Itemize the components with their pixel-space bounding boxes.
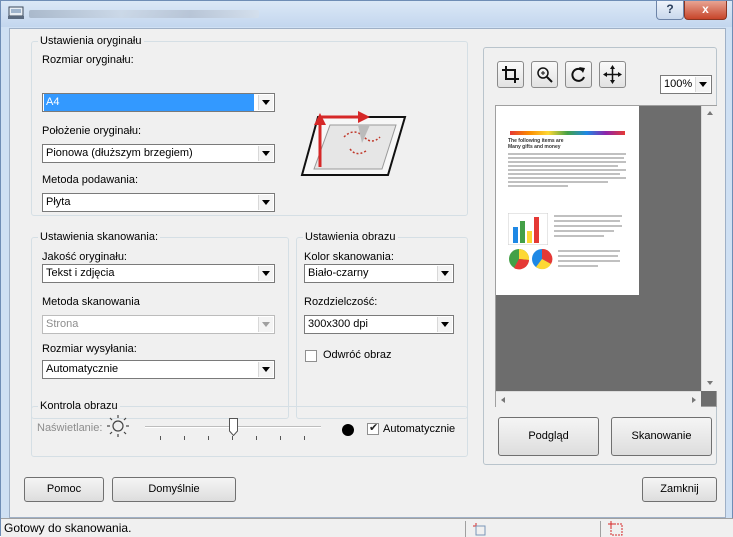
feed-method-value: Płyta — [46, 196, 71, 208]
status-bar: Gotowy do skanowania. — [1, 518, 733, 537]
window-title — [29, 10, 259, 18]
send-size-label: Rozmiar wysyłania: — [42, 343, 137, 355]
doc-bar-chart — [508, 213, 548, 245]
send-size-value: Automatycznie — [46, 363, 119, 375]
scan-button[interactable]: Skanowanie — [611, 417, 712, 456]
original-size-select[interactable]: A4 — [42, 93, 275, 112]
defaults-button[interactable]: Domyślnie — [112, 477, 236, 502]
doc-color-bar — [510, 131, 625, 135]
scroll-left-icon[interactable] — [497, 392, 509, 408]
chevron-down-icon — [258, 317, 273, 332]
original-orientation-select[interactable]: Pionowa (dłuższym brzegiem) — [42, 144, 275, 163]
chevron-down-icon — [695, 77, 710, 92]
crop-icon — [502, 66, 519, 83]
original-orientation-label: Położenie oryginału: — [42, 125, 142, 137]
preview-horizontal-scrollbar[interactable] — [496, 391, 701, 407]
auto-exposure-checkbox[interactable] — [367, 421, 379, 435]
feed-method-select[interactable]: Płyta — [42, 193, 275, 212]
chevron-down-icon — [258, 195, 273, 210]
rotate-icon — [571, 67, 585, 82]
scan-method-value: Strona — [46, 318, 79, 330]
feed-method-label: Metoda podawania: — [42, 174, 139, 186]
invert-image-checkbox[interactable] — [305, 350, 317, 362]
origin-position-icon — [473, 523, 486, 536]
scanner-app-icon — [8, 6, 24, 19]
doc-heading: The following items are Many gifts and m… — [508, 138, 564, 150]
quality-value: Tekst i zdjęcia — [46, 267, 115, 279]
light-sun-icon — [107, 415, 129, 437]
original-orientation-value: Pionowa (dłuższym brzegiem) — [46, 147, 193, 159]
zoom-icon — [537, 67, 553, 83]
document-on-glass-illustration — [300, 111, 407, 176]
chevron-down-icon — [258, 95, 273, 110]
auto-exposure-label: Automatycznie — [383, 423, 456, 435]
scroll-up-icon[interactable] — [702, 107, 718, 119]
chevron-down-icon — [258, 146, 273, 161]
chevron-down-icon — [437, 317, 452, 332]
preview-button-label: Podgląd — [528, 430, 569, 442]
zoom-button[interactable] — [531, 61, 558, 88]
slider-thumb[interactable] — [229, 418, 238, 436]
doc-pie-charts — [509, 248, 553, 270]
scan-color-select[interactable]: Biało-czarny — [304, 264, 454, 283]
resolution-select[interactable]: 300x300 dpi — [304, 315, 454, 334]
dialog-client: Ustawienia oryginału Rozmiar oryginału: … — [9, 28, 726, 518]
scan-color-value: Biało-czarny — [308, 267, 369, 279]
send-size-select[interactable]: Automatycznie — [42, 360, 275, 379]
help-button-label: Pomoc — [46, 483, 82, 495]
zoom-select[interactable]: 100% — [660, 75, 712, 94]
preview-image-area[interactable]: The following items are Many gifts and m… — [495, 105, 717, 407]
scan-method-select: Strona — [42, 315, 275, 334]
doc-text-block — [554, 215, 622, 237]
original-size-label: Rozmiar oryginału: — [42, 54, 134, 66]
resolution-value: 300x300 dpi — [308, 318, 368, 330]
quality-select[interactable]: Tekst i zdjęcia — [42, 264, 275, 283]
doc-text-block-2 — [558, 250, 620, 267]
scan-area-icon — [608, 521, 623, 536]
help-button[interactable]: Pomoc — [24, 477, 104, 502]
close-button-label: Zamknij — [660, 483, 699, 495]
status-text: Gotowy do skanowania. — [4, 521, 132, 535]
exposure-label: Naświetlanie: — [37, 422, 103, 434]
scan-settings-legend: Ustawienia skanowania: — [38, 231, 161, 244]
scan-button-label: Skanowanie — [631, 430, 692, 442]
rotate-button[interactable] — [565, 61, 592, 88]
scan-color-label: Kolor skanowania: — [304, 251, 394, 263]
chevron-down-icon — [258, 266, 273, 281]
chevron-down-icon — [437, 266, 452, 281]
scanner-dialog-window: ? x Ustawienia oryginału Rozmiar orygina… — [0, 0, 733, 537]
original-settings-legend: Ustawienia oryginału — [38, 35, 144, 48]
zoom-value: 100% — [664, 78, 693, 90]
exposure-slider[interactable] — [139, 417, 329, 443]
invert-image-label: Odwróć obraz — [323, 349, 392, 361]
image-control-legend: Kontrola obrazu — [38, 400, 120, 413]
original-size-value: A4 — [44, 94, 254, 111]
doc-body-text — [508, 153, 626, 187]
help-title-button[interactable]: ? — [656, 1, 684, 20]
scroll-down-icon[interactable] — [702, 377, 718, 389]
move-button[interactable] — [599, 61, 626, 88]
image-settings-legend: Ustawienia obrazu — [303, 231, 398, 244]
scanned-page-thumbnail: The following items are Many gifts and m… — [496, 106, 639, 295]
preview-vertical-scrollbar[interactable] — [701, 106, 717, 391]
defaults-button-label: Domyślnie — [148, 483, 200, 495]
title-bar[interactable]: ? x — [1, 1, 732, 27]
crop-button[interactable] — [497, 61, 524, 88]
scroll-right-icon[interactable] — [688, 392, 700, 408]
move-icon — [603, 65, 622, 84]
close-title-button[interactable]: x — [684, 1, 727, 20]
close-button[interactable]: Zamknij — [642, 477, 717, 502]
quality-label: Jakość oryginału: — [42, 251, 127, 263]
preview-button[interactable]: Podgląd — [498, 417, 599, 456]
chevron-down-icon — [258, 362, 273, 377]
scan-method-label: Metoda skanowania — [42, 296, 140, 308]
resolution-label: Rozdzielczość: — [304, 296, 378, 308]
dark-circle-icon — [342, 424, 354, 436]
